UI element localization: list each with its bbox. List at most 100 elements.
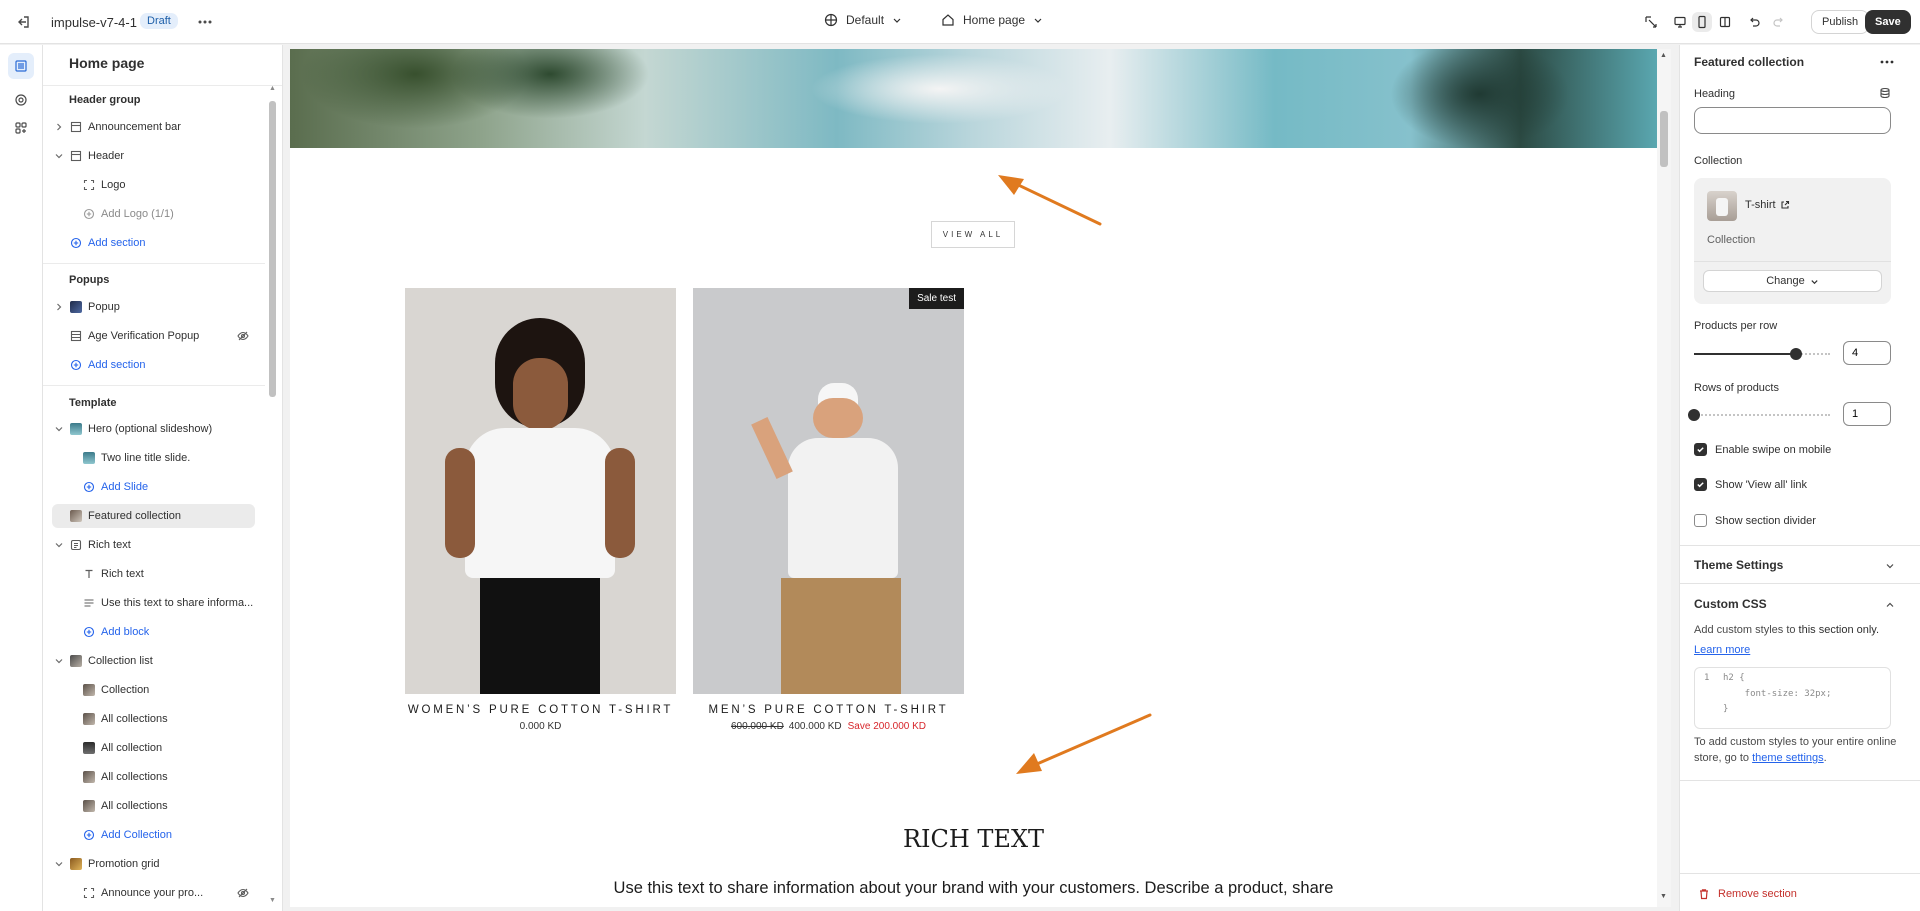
page-selector[interactable]: Home page: [941, 13, 1043, 27]
add-slide-button[interactable]: Add Slide: [43, 475, 265, 499]
preview-scrollbar[interactable]: ▲ ▼: [1657, 49, 1671, 907]
chevron-down-icon[interactable]: [53, 655, 65, 667]
slider-knob[interactable]: [1688, 409, 1700, 421]
chevron-up-icon[interactable]: [1884, 599, 1896, 611]
add-section-button[interactable]: Add section: [43, 231, 265, 255]
chevron-down-icon[interactable]: [53, 150, 65, 162]
rows-of-products-input[interactable]: [1843, 402, 1891, 426]
chevron-right-icon[interactable]: [53, 121, 65, 133]
section-label: Header: [88, 150, 125, 162]
theme-settings-link[interactable]: theme settings: [1752, 752, 1824, 764]
section-rich-text[interactable]: Rich text: [43, 533, 265, 557]
chevron-right-icon[interactable]: [53, 301, 65, 313]
more-actions-icon[interactable]: [195, 12, 215, 32]
theme-settings-header[interactable]: Theme Settings: [1694, 558, 1783, 572]
scroll-down-icon[interactable]: ▼: [269, 897, 276, 904]
section-popup[interactable]: Popup: [43, 295, 265, 319]
chevron-down-icon[interactable]: [1884, 560, 1896, 572]
eye-off-icon[interactable]: [237, 887, 249, 899]
apps-icon[interactable]: [8, 115, 34, 141]
section-header[interactable]: Header: [43, 144, 265, 168]
chevron-down-icon[interactable]: [53, 539, 65, 551]
products-per-row-slider[interactable]: [1694, 347, 1830, 361]
slider-knob[interactable]: [1790, 348, 1802, 360]
paragraph-icon: [83, 597, 95, 609]
scroll-down-icon[interactable]: ▼: [1660, 893, 1667, 900]
scroll-up-icon[interactable]: ▲: [269, 85, 276, 92]
block-collection[interactable]: All collections: [43, 794, 265, 818]
add-circle-icon: [83, 208, 95, 220]
section-age-verification-popup[interactable]: Age Verification Popup: [43, 324, 265, 348]
chevron-down-icon[interactable]: [53, 858, 65, 870]
add-block-button[interactable]: Add block: [43, 620, 265, 644]
settings-icon[interactable]: [8, 87, 34, 113]
add-logo-button[interactable]: Add Logo (1/1): [43, 202, 265, 226]
block-rich-text-heading[interactable]: Rich text: [43, 562, 265, 586]
rich-text-heading: RICH TEXT: [902, 825, 1045, 853]
heading-label: Heading: [1694, 88, 1735, 100]
block-collection[interactable]: All collections: [43, 707, 265, 731]
sections-icon[interactable]: [8, 53, 34, 79]
dynamic-source-icon[interactable]: [1879, 87, 1891, 99]
show-section-divider-checkbox[interactable]: Show section divider: [1694, 514, 1816, 527]
publish-button[interactable]: Publish: [1811, 10, 1870, 34]
redo-icon[interactable]: [1769, 12, 1789, 32]
product-image[interactable]: [405, 288, 676, 694]
section-icon: [70, 330, 82, 342]
heading-input[interactable]: [1694, 107, 1891, 134]
view-all-button[interactable]: VIEW ALL: [931, 221, 1015, 248]
checkbox-checked-icon[interactable]: [1694, 478, 1707, 491]
add-section-button[interactable]: Add section: [43, 353, 265, 377]
theme-selector[interactable]: Default: [824, 13, 902, 27]
block-label: All collection: [101, 742, 163, 754]
block-collection[interactable]: All collections: [43, 765, 265, 789]
custom-css-header[interactable]: Custom CSS: [1694, 597, 1767, 611]
learn-more-link[interactable]: Learn more: [1694, 644, 1750, 656]
exit-icon[interactable]: [14, 13, 32, 31]
collection-name-link[interactable]: T-shirt: [1745, 199, 1790, 211]
checkbox-checked-icon[interactable]: [1694, 443, 1707, 456]
section-collection-list[interactable]: Collection list: [43, 649, 265, 673]
eye-off-icon[interactable]: [237, 330, 249, 342]
add-collection-button[interactable]: Add Collection: [43, 823, 265, 847]
section-hero[interactable]: Hero (optional slideshow): [43, 417, 265, 441]
enable-swipe-checkbox[interactable]: Enable swipe on mobile: [1694, 443, 1831, 456]
change-collection-button[interactable]: Change: [1703, 270, 1882, 292]
divider: [43, 385, 265, 386]
collection-type: Collection: [1707, 234, 1756, 246]
mobile-view-icon[interactable]: [1692, 12, 1712, 32]
block-collection[interactable]: All collection: [43, 736, 265, 760]
product-title[interactable]: MEN’S PURE COTTON T-SHIRT: [693, 704, 964, 716]
sections-scrollbar[interactable]: ▲ ▼: [267, 81, 278, 911]
section-label: Popup: [88, 301, 120, 313]
rows-of-products-slider[interactable]: [1688, 408, 1830, 422]
block-rich-text-paragraph[interactable]: Use this text to share informa...: [43, 591, 265, 615]
scrollbar-thumb[interactable]: [269, 101, 276, 397]
product-title[interactable]: WOMEN’S PURE COTTON T-SHIRT: [405, 704, 676, 716]
scroll-up-icon[interactable]: ▲: [1660, 52, 1667, 59]
slider-fill: [1694, 353, 1796, 355]
product-card[interactable]: Sale test MEN’S PURE COTTON T-SHIRT 600.…: [693, 288, 964, 732]
section-promotion-grid[interactable]: Promotion grid: [43, 852, 265, 876]
remove-section-button[interactable]: Remove section: [1698, 888, 1797, 900]
product-image[interactable]: Sale test: [693, 288, 964, 694]
css-code-editor[interactable]: 1 h2 { font-size: 32px; }: [1694, 667, 1891, 729]
product-card[interactable]: WOMEN’S PURE COTTON T-SHIRT 0.000 KD: [405, 288, 676, 732]
block-logo[interactable]: Logo: [43, 173, 265, 197]
scrollbar-thumb[interactable]: [1660, 111, 1668, 167]
inspector-icon[interactable]: [1641, 12, 1661, 32]
desktop-view-icon[interactable]: [1670, 12, 1690, 32]
chevron-down-icon[interactable]: [53, 423, 65, 435]
block-collection[interactable]: Collection: [43, 678, 265, 702]
section-announcement-bar[interactable]: Announcement bar: [43, 115, 265, 139]
save-button[interactable]: Save: [1865, 10, 1911, 34]
show-view-all-checkbox[interactable]: Show 'View all' link: [1694, 478, 1807, 491]
block-slide[interactable]: Two line title slide.: [43, 446, 265, 470]
products-per-row-input[interactable]: [1843, 341, 1891, 365]
section-featured-collection[interactable]: Featured collection: [52, 504, 255, 528]
undo-icon[interactable]: [1744, 12, 1764, 32]
more-actions-icon[interactable]: [1878, 53, 1896, 71]
fullscreen-view-icon[interactable]: [1715, 12, 1735, 32]
block-announce[interactable]: Announce your pro...: [43, 881, 265, 905]
checkbox-unchecked-icon[interactable]: [1694, 514, 1707, 527]
